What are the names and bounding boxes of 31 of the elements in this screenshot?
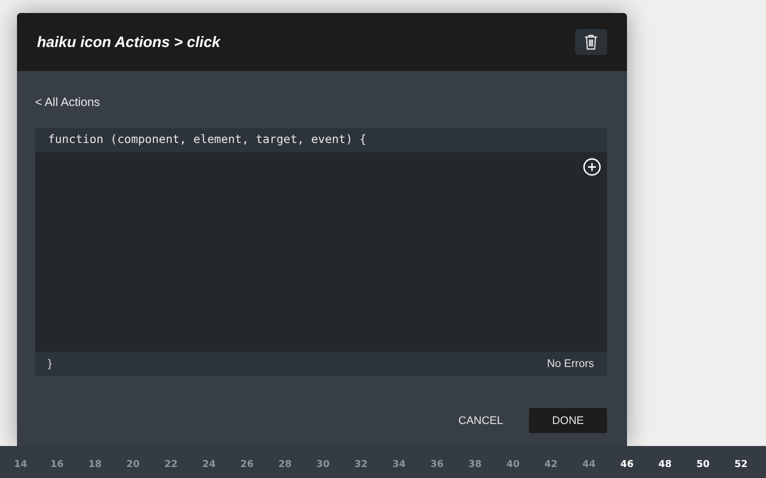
frame-number: 22 (163, 458, 179, 470)
frame-number: 52 (733, 458, 749, 470)
function-signature: function (component, element, target, event) { (35, 128, 607, 152)
delete-button[interactable] (575, 29, 607, 55)
frame-number: 42 (543, 458, 559, 470)
frame-number: 14 (14, 458, 28, 470)
frame-number: 50 (695, 458, 711, 470)
frame-number: 32 (353, 458, 369, 470)
frame-number: 34 (391, 458, 407, 470)
frame-number: 46 (619, 458, 635, 470)
frame-number: 36 (429, 458, 445, 470)
frame-number: 26 (239, 458, 255, 470)
frame-number: 18 (87, 458, 103, 470)
frame-number: 30 (315, 458, 331, 470)
frame-number: 24 (201, 458, 217, 470)
frame-number: 20 (125, 458, 141, 470)
closing-brace: } (48, 358, 52, 370)
done-button[interactable]: DONE (529, 408, 607, 433)
frame-number: 48 (657, 458, 673, 470)
frame-number: 28 (277, 458, 293, 470)
add-icon[interactable] (583, 158, 601, 176)
frame-number: 44 (581, 458, 597, 470)
modal-title: haiku icon Actions > click (37, 34, 220, 50)
frame-number: 16 (49, 458, 65, 470)
frame-number: 40 (505, 458, 521, 470)
cancel-button[interactable]: CANCEL (456, 408, 505, 432)
back-link[interactable]: < All Actions (35, 95, 100, 109)
error-status: No Errors (546, 358, 594, 370)
frame-number: 38 (467, 458, 483, 470)
code-editor[interactable]: function (component, element, target, event) { } No Errors (35, 128, 607, 376)
trash-icon (584, 34, 598, 50)
